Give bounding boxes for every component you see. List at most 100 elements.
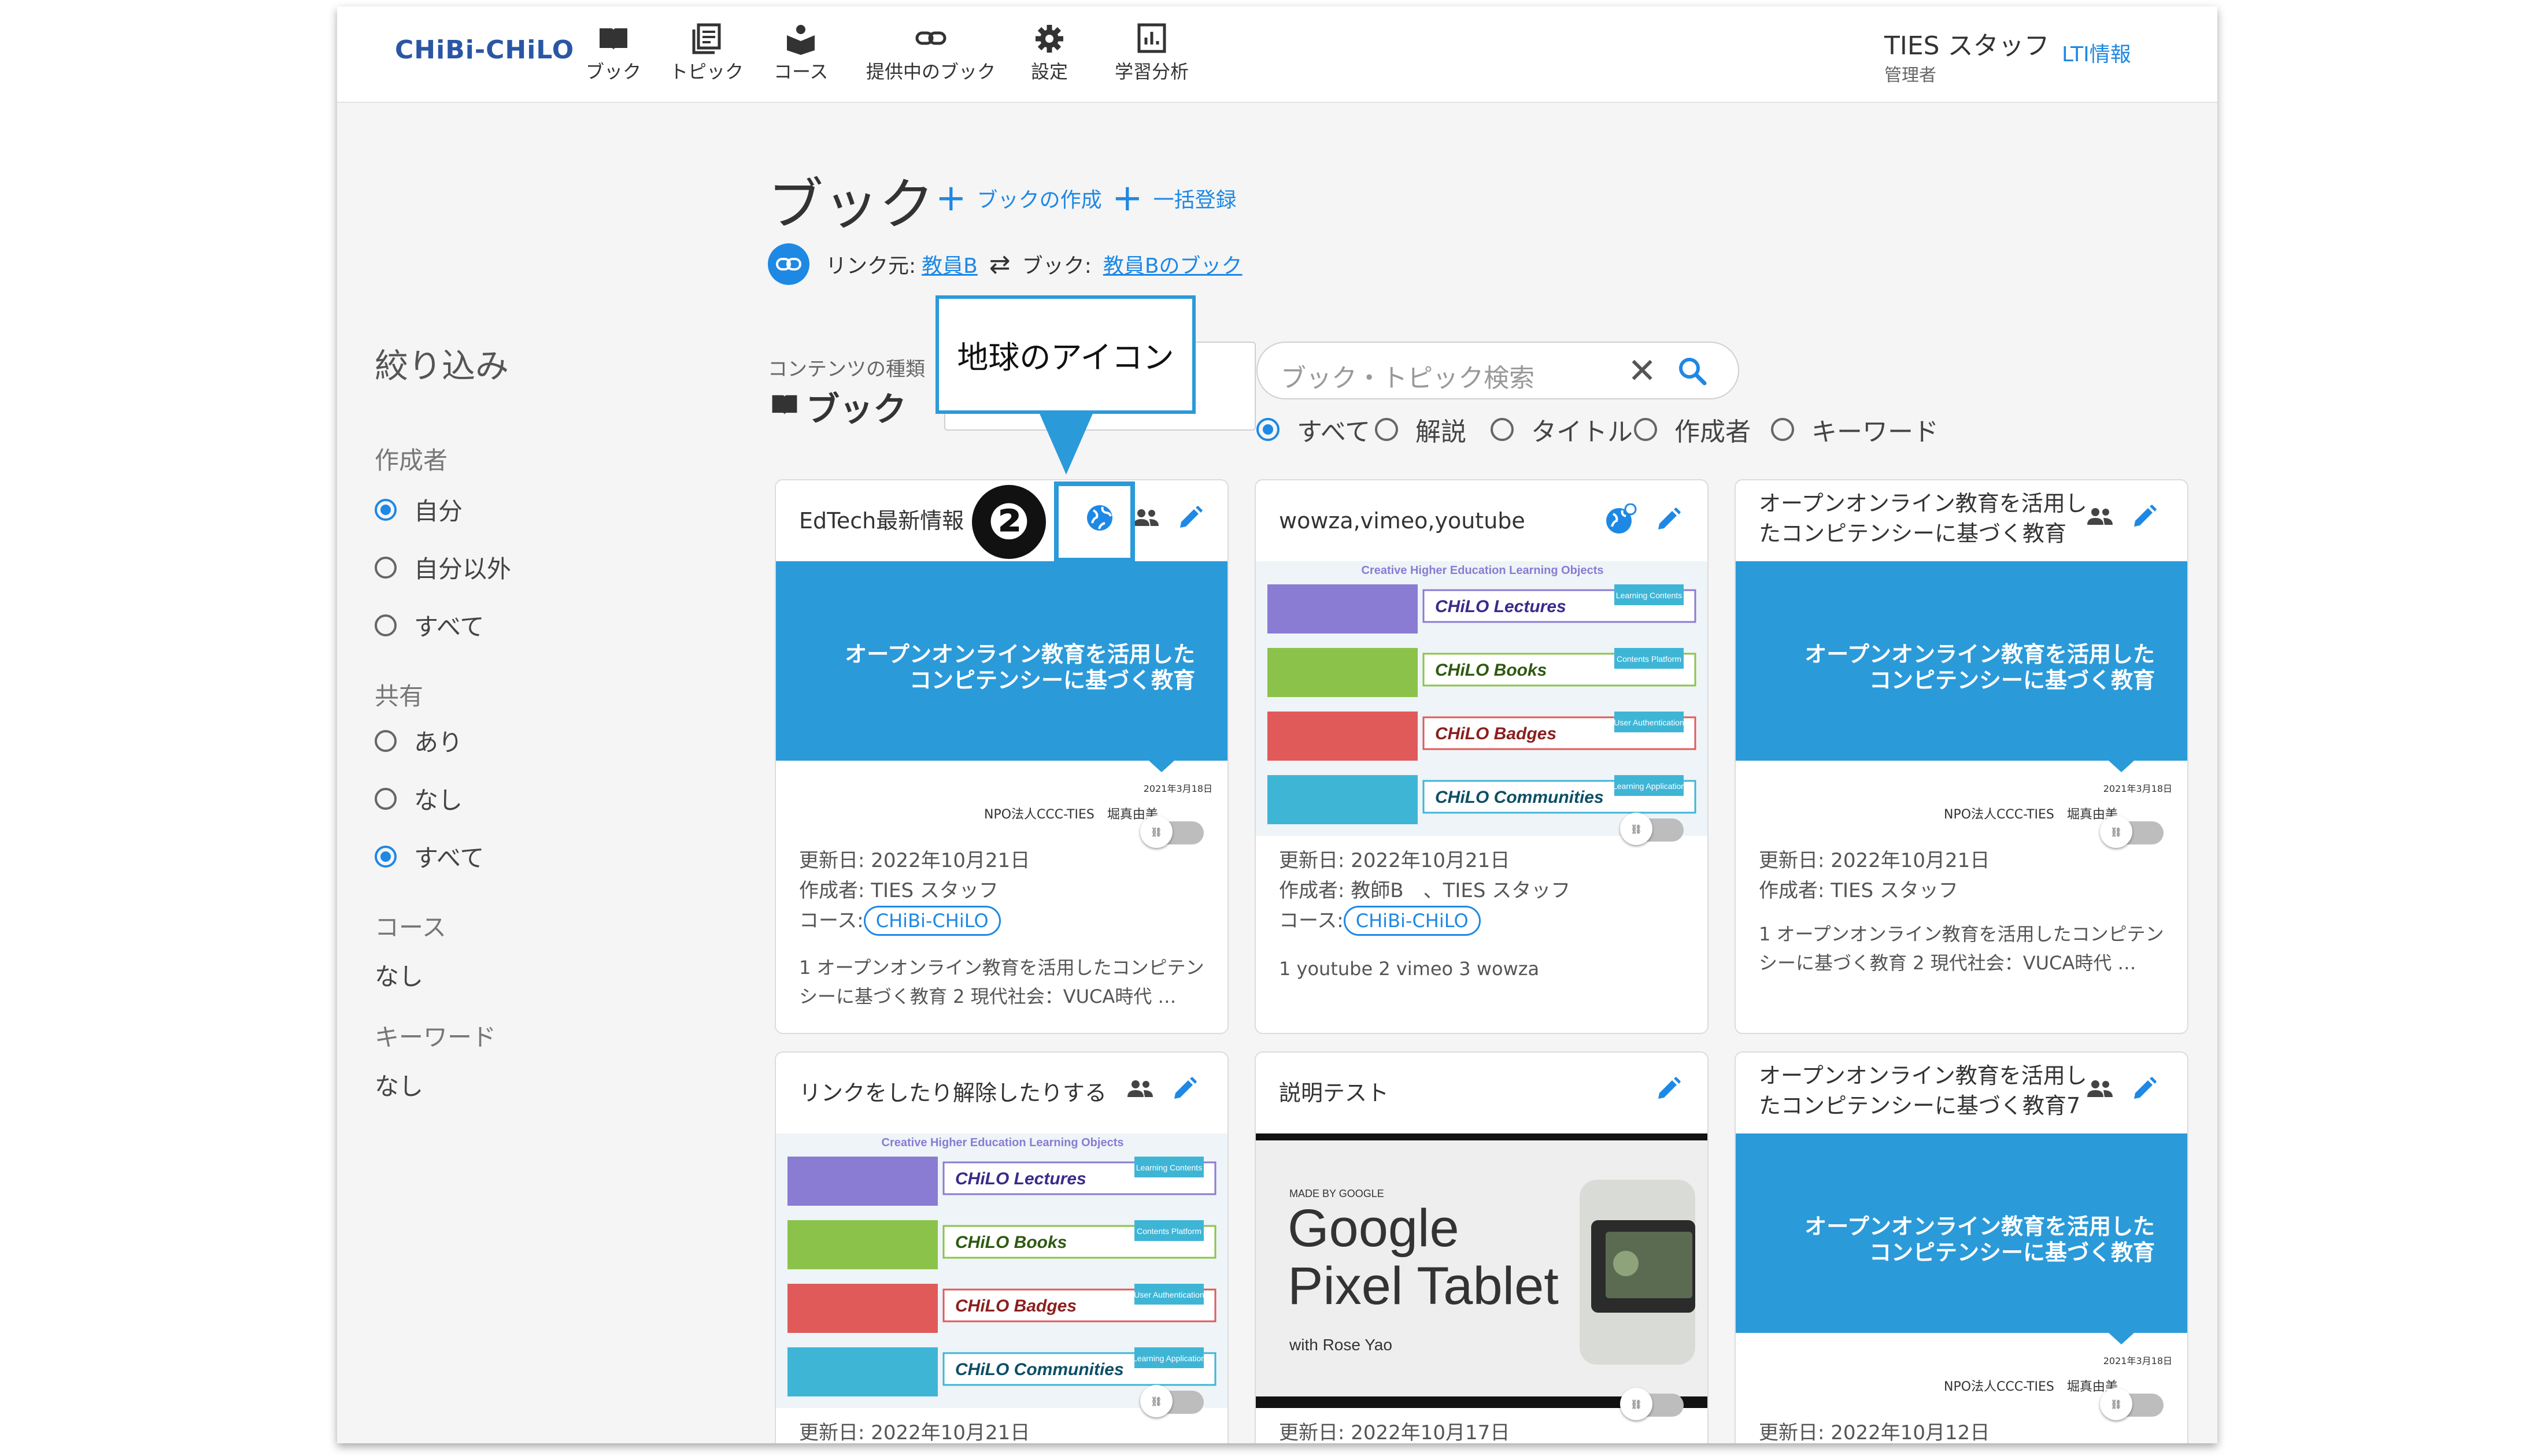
search-option-author[interactable]: 作成者	[1634, 411, 1751, 448]
edit-icon[interactable]	[1655, 1076, 1681, 1105]
plus-icon: +	[1112, 177, 1143, 220]
link-off-icon: ⛓	[1620, 1388, 1652, 1420]
edit-icon[interactable]	[1177, 505, 1203, 534]
linked-globe-icon[interactable]	[1603, 503, 1637, 538]
svg-text:CHiLO Badges: CHiLO Badges	[1435, 724, 1556, 743]
course-icon	[787, 25, 815, 55]
book-card[interactable]: wowza,vimeo,youtube Creative Higher Educ…	[1255, 479, 1709, 1034]
share-filter-label: 共有	[375, 682, 424, 710]
card-updated: 更新日: 2022年10月21日	[799, 849, 1030, 872]
edit-icon[interactable]	[2131, 1076, 2157, 1105]
globe-icon-highlight	[1054, 481, 1135, 562]
keyword-filter-value: なし	[375, 1072, 424, 1101]
shared-users-icon	[1126, 1077, 1155, 1103]
clear-icon[interactable]: ✕	[1628, 351, 1656, 391]
content-type-select[interactable]: ブック	[768, 382, 907, 431]
book-card[interactable]: オープンオンライン教育を活用し たコンピテンシーに基づく教育7 オープンオンライン…	[1735, 1051, 2188, 1443]
book-icon	[768, 387, 801, 426]
card-author: 作成者: TIES スタッフ	[1759, 879, 1958, 902]
nav-book[interactable]: ブック	[586, 23, 641, 84]
nav-topic[interactable]: トピック	[670, 23, 744, 84]
author-radio-all[interactable]: すべて	[375, 607, 484, 643]
card-description: 1 オープンオンライン教育を活用したコンピテンシーに基づく教育 2 現代社会：V…	[1759, 923, 2164, 974]
svg-text:Learning Contents: Learning Contents	[1616, 591, 1682, 600]
author-filter-label: 作成者	[375, 446, 448, 475]
link-toggle[interactable]: ⛓	[1140, 816, 1204, 848]
book-card[interactable]: リンクをしたり解除したりする Creative Higher Education…	[775, 1051, 1229, 1443]
share-radio-no[interactable]: なし	[375, 781, 463, 816]
svg-text:CHiLO Books: CHiLO Books	[955, 1233, 1067, 1252]
search-option-title[interactable]: タイトル	[1491, 411, 1633, 448]
card-description: 1 オープンオンライン教育を活用したコンピテンシーに基づく教育 2 現代社会：V…	[799, 957, 1204, 1007]
link-off-icon: ⛓	[2100, 1388, 2132, 1420]
svg-text:Contents Platform: Contents Platform	[1137, 1227, 1201, 1236]
search-option-all[interactable]: すべて	[1256, 411, 1370, 448]
book-card[interactable]: オープンオンライン教育を活用し たコンピテンシーに基づく教育 オープンオンライン教…	[1735, 479, 2188, 1034]
link-book-link[interactable]: 教員Bのブック	[1103, 249, 1243, 279]
radio-icon	[1771, 418, 1794, 441]
author-radio-others[interactable]: 自分以外	[375, 550, 511, 585]
radio-checked-icon	[375, 845, 397, 868]
svg-text:Learning Application: Learning Application	[1133, 1354, 1206, 1363]
link-toggle[interactable]: ⛓	[1620, 813, 1684, 845]
edit-icon[interactable]	[1171, 1076, 1197, 1105]
book-card[interactable]: 説明テスト MADE BY GOOGLE Google Pixel Tablet…	[1255, 1051, 1709, 1443]
book-cover: オープンオンライン教育を活用した コンピテンシーに基づく教育 2021年3月18…	[1736, 561, 2187, 848]
edit-icon[interactable]	[2131, 503, 2157, 532]
radio-checked-icon	[1256, 418, 1280, 441]
link-icon	[915, 31, 946, 45]
book-cover: オープンオンライン教育を活用した コンピテンシーに基づく教育 2021年3月18…	[776, 561, 1227, 848]
book-cover: オープンオンライン教育を活用した コンピテンシーに基づく教育 2021年3月18…	[1736, 1133, 2187, 1420]
keyword-filter-label: キーワード	[375, 1023, 497, 1051]
user-menu[interactable]: TIES スタッフ 管理者	[1884, 25, 2050, 86]
course-chip[interactable]: CHiBi-CHiLO	[863, 906, 1001, 936]
link-toggle[interactable]: ⛓	[1620, 1388, 1684, 1420]
course-chip[interactable]: CHiBi-CHiLO	[1343, 906, 1481, 936]
nav-published-books[interactable]: 提供中のブック	[866, 23, 996, 84]
link-toggle[interactable]: ⛓	[2100, 816, 2164, 848]
app-logo[interactable]: CHiBi-CHiLO	[395, 35, 574, 65]
book-card[interactable]: EdTech最新情報 オープンオンライン教育を活用した コンピテンシーに基づく教…	[775, 479, 1229, 1034]
radio-icon	[375, 787, 397, 810]
svg-text:CHiLO Communities: CHiLO Communities	[1435, 788, 1604, 807]
radio-icon	[375, 614, 397, 636]
search-option-description[interactable]: 解説	[1375, 411, 1466, 448]
course-filter-value: なし	[375, 962, 424, 991]
chilo-slide-image: Creative Higher Education Learning Objec…	[1256, 561, 1707, 836]
svg-text:CHiLO Lectures: CHiLO Lectures	[1435, 597, 1566, 616]
radio-icon	[375, 556, 397, 579]
annotation-callout: 地球のアイコン	[935, 295, 1196, 414]
link-off-icon: ⛓	[2100, 816, 2132, 848]
link-off-icon: ⛓	[1140, 816, 1173, 848]
book-icon	[600, 28, 627, 50]
share-radio-yes[interactable]: あり	[375, 723, 463, 758]
svg-text:CHiLO Badges: CHiLO Badges	[955, 1296, 1077, 1316]
share-radio-all[interactable]: すべて	[375, 839, 484, 874]
pixel-tablet-slide-image: MADE BY GOOGLE Google Pixel Tablet with …	[1256, 1133, 1707, 1408]
search-input[interactable]: ブック・トピック検索 ✕	[1256, 342, 1739, 399]
edit-icon[interactable]	[1655, 506, 1681, 535]
create-book-button[interactable]: + ブックの作成	[935, 180, 1102, 217]
search-option-keyword[interactable]: キーワード	[1771, 411, 1939, 448]
nav-settings[interactable]: 設定	[1031, 23, 1068, 84]
link-off-icon: ⛓	[1620, 813, 1652, 845]
svg-text:Creative Higher Education Lear: Creative Higher Education Learning Objec…	[1362, 564, 1604, 577]
card-author: 作成者: 教師B 、TIES スタッフ	[1279, 879, 1571, 902]
link-source-link[interactable]: 教員B	[922, 249, 978, 279]
shared-users-icon	[1132, 506, 1160, 532]
svg-text:CHiLO Lectures: CHiLO Lectures	[955, 1169, 1086, 1188]
link-toggle[interactable]: ⛓	[2100, 1388, 2164, 1420]
page-title: ブック	[768, 172, 934, 237]
svg-text:CHiLO Communities: CHiLO Communities	[955, 1360, 1124, 1379]
lti-info-link[interactable]: LTI情報	[2062, 38, 2131, 68]
card-title: オープンオンライン教育を活用し たコンピテンシーに基づく教育	[1759, 491, 2087, 546]
bulk-register-button[interactable]: + 一括登録	[1112, 180, 1237, 217]
nav-analytics[interactable]: 学習分析	[1115, 23, 1189, 84]
search-icon[interactable]	[1677, 355, 1708, 389]
link-toggle[interactable]: ⛓	[1140, 1385, 1204, 1417]
svg-text:MADE BY GOOGLE: MADE BY GOOGLE	[1289, 1188, 1384, 1199]
author-radio-self[interactable]: 自分	[375, 492, 463, 527]
nav-course[interactable]: コース	[774, 23, 828, 84]
card-updated: 更新日: 2022年10月21日	[1279, 849, 1510, 872]
swap-arrows-icon: ⇄	[989, 249, 1011, 279]
